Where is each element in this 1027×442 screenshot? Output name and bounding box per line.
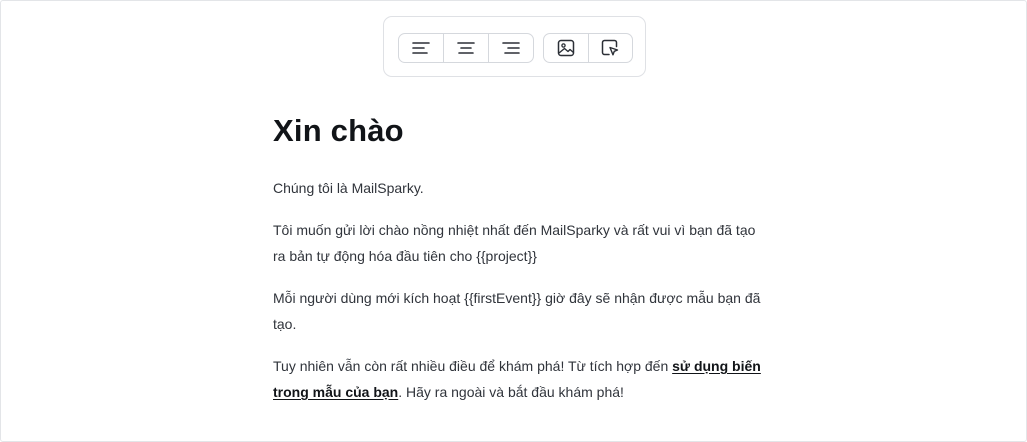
template-variables-link-part2[interactable]: trong mẫu của bạn [273,384,398,400]
align-left-button[interactable] [399,34,444,62]
paragraph-explore-tail: . Hãy ra ngoài và bắt đầu khám phá! [398,384,624,400]
email-heading: Xin chào [273,113,404,148]
insert-image-button[interactable] [544,34,589,62]
align-left-icon [412,42,430,54]
floating-toolbar [383,16,646,77]
cursor-select-icon [602,39,619,56]
align-right-button[interactable] [489,34,533,62]
paragraph-activation-line1: Mỗi người dùng mới kích hoạt {{firstEven… [273,290,761,306]
paragraph-intro: Chúng tôi là MailSparky. [273,180,424,196]
paragraph-explore-text: Tuy nhiên vẫn còn rất nhiều điều để khám… [273,358,673,374]
align-center-button[interactable] [444,34,489,62]
paragraph-greeting-line1: Tôi muốn gửi lời chào nồng nhiệt nhất đế… [273,222,756,238]
paragraph-activation: Mỗi người dùng mới kích hoạt {{firstEven… [273,285,803,337]
media-button-group [543,33,633,63]
alignment-button-group [398,33,534,63]
paragraph-greeting-line2: ra bản tự động hóa đầu tiên cho {{projec… [273,248,537,264]
paragraph-activation-line2: tạo. [273,316,297,332]
email-editor-canvas: Xin chào Chúng tôi là MailSparky. Tôi mu… [0,0,1027,442]
email-body[interactable]: Xin chào Chúng tôi là MailSparky. Tôi mu… [273,109,803,400]
paragraph-explore: Tuy nhiên vẫn còn rất nhiều điều để khám… [273,353,803,405]
paragraph-greeting: Tôi muốn gửi lời chào nồng nhiệt nhất đế… [273,217,803,269]
image-icon [557,39,574,57]
select-element-button[interactable] [589,34,633,62]
align-right-icon [502,42,520,54]
align-center-icon [457,42,475,54]
template-variables-link-part1[interactable]: sử dụng biến [672,358,761,374]
